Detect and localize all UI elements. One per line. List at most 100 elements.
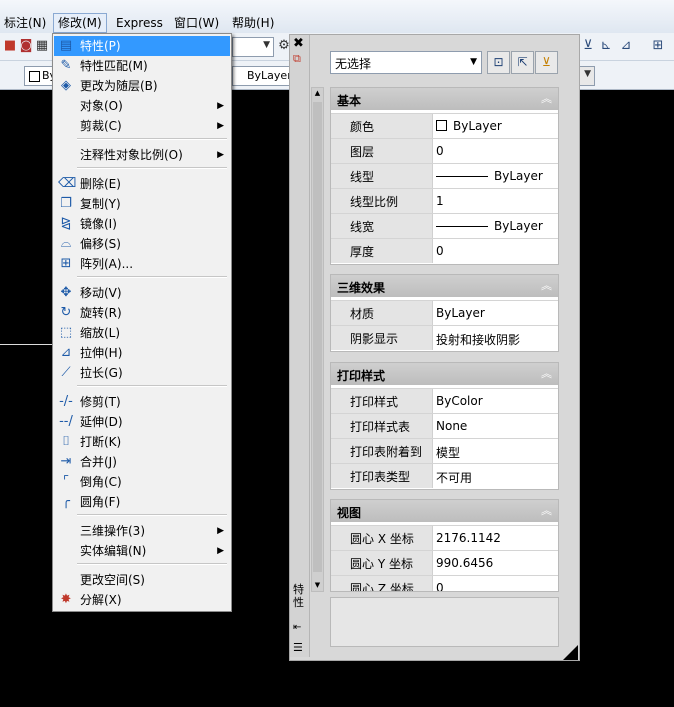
- stretch-icon: ⊿: [60, 345, 72, 360]
- property-row[interactable]: 线型比例 1: [331, 188, 558, 213]
- property-key: 圆心 Y 坐标: [350, 557, 413, 571]
- palette-options-icon[interactable]: ⇤: [293, 622, 301, 633]
- property-row[interactable]: 打印样式 ByColor: [331, 388, 558, 413]
- menu-item-stretch[interactable]: ⊿ 拉伸(H): [54, 343, 230, 363]
- menu-item-clip[interactable]: 剪裁(C) ▶: [54, 116, 230, 136]
- modify-menu: ▤ 特性(P) ✎ 特性匹配(M) ◈ 更改为随层(B) 对象(O) ▶ 剪裁(…: [52, 33, 232, 612]
- property-value: 1: [436, 194, 444, 208]
- property-row[interactable]: 圆心 Z 坐标 0: [331, 575, 558, 592]
- break-icon: ⌷: [62, 434, 70, 449]
- red-tool-icon[interactable]: ■: [2, 38, 18, 54]
- collapse-icon[interactable]: ︽: [541, 365, 552, 381]
- property-row[interactable]: 线宽 ByLayer: [331, 213, 558, 238]
- menu-item-solid-editing[interactable]: 实体编辑(N) ▶: [54, 541, 230, 561]
- menu-item-move[interactable]: ✥ 移动(V): [54, 283, 230, 303]
- menu-item-offset[interactable]: ⌓ 偏移(S): [54, 234, 230, 254]
- property-row[interactable]: 打印样式表 None: [331, 413, 558, 438]
- dimension-tool-4-icon[interactable]: ⊞: [650, 38, 666, 54]
- menu-item-join[interactable]: ⇥ 合并(J): [54, 452, 230, 472]
- property-row[interactable]: 阴影显示 投射和接收阴影: [331, 325, 558, 350]
- property-row[interactable]: 颜色 ByLayer: [331, 113, 558, 138]
- collapse-icon[interactable]: ︽: [541, 502, 552, 518]
- menu-item-match-properties[interactable]: ✎ 特性匹配(M): [54, 56, 230, 76]
- select-objects-button[interactable]: ⇱: [511, 51, 534, 74]
- dimension-tool-3-icon[interactable]: ⊿: [618, 38, 634, 54]
- palette-title-strip[interactable]: ✖ ⧉ 特性 ⇤ ☰: [290, 35, 310, 657]
- property-row[interactable]: 打印表类型 不可用: [331, 463, 558, 488]
- menu-express[interactable]: Express: [112, 14, 167, 32]
- menu-item-label: 缩放(L): [80, 326, 121, 340]
- menu-item-rotate[interactable]: ↻ 旋转(R): [54, 303, 230, 323]
- property-row[interactable]: 厚度 0: [331, 238, 558, 263]
- menu-item-properties[interactable]: ▤ 特性(P): [54, 36, 230, 56]
- calculator-icon[interactable]: ▦: [34, 38, 50, 54]
- menu-item-explode[interactable]: ✸ 分解(X): [54, 590, 230, 610]
- menu-item-scale[interactable]: ⬚ 缩放(L): [54, 323, 230, 343]
- color-swatch: [29, 71, 40, 82]
- menu-item-array[interactable]: ⊞ 阵列(A)...: [54, 254, 230, 274]
- scroll-down-icon[interactable]: ▼: [313, 580, 322, 591]
- dimension-tool-2-icon[interactable]: ⊾: [598, 38, 614, 54]
- menu-item-erase[interactable]: ⌫ 删除(E): [54, 174, 230, 194]
- scroll-up-icon[interactable]: ▲: [313, 88, 322, 99]
- section-header[interactable]: 基本 ︽: [331, 88, 558, 110]
- menu-item-label: 延伸(D): [80, 415, 123, 429]
- section-header[interactable]: 视图 ︽: [331, 500, 558, 522]
- menu-item-extend[interactable]: --/ 延伸(D): [54, 412, 230, 432]
- menu-help[interactable]: 帮助(H): [228, 14, 278, 32]
- scale-icon: ⬚: [59, 325, 73, 340]
- menu-item-label: 拉伸(H): [80, 346, 123, 360]
- match-properties-brush-icon: ✎: [60, 58, 72, 73]
- close-icon[interactable]: ✖: [293, 36, 304, 51]
- section-header[interactable]: 打印样式 ︽: [331, 363, 558, 385]
- menu-item-fillet[interactable]: ╭ 圆角(F): [54, 492, 230, 512]
- quick-select-button[interactable]: ⊻: [535, 51, 558, 74]
- linetype-combo[interactable]: ByLayer: [232, 66, 292, 86]
- autohide-icon[interactable]: ⧉: [293, 52, 301, 66]
- section-header[interactable]: 三维效果 ︽: [331, 275, 558, 297]
- menu-item-copy[interactable]: ❐ 复制(Y): [54, 194, 230, 214]
- color-swatch: [436, 120, 447, 131]
- palette-scrollbar[interactable]: ▲ ▼: [311, 87, 324, 592]
- property-key: 颜色: [350, 120, 375, 134]
- lineweight-sample: [436, 226, 488, 227]
- menu-item-label: 实体编辑(N): [80, 544, 147, 558]
- selection-combo[interactable]: 无选择 ▼: [330, 51, 482, 74]
- menu-item-mirror[interactable]: ⧎ 镜像(I): [54, 214, 230, 234]
- menu-window[interactable]: 窗口(W): [170, 14, 223, 32]
- collapse-icon[interactable]: ︽: [541, 90, 552, 106]
- menu-item-annotative-scale[interactable]: 注释性对象比例(O) ▶: [54, 145, 230, 165]
- property-value: 模型: [436, 446, 461, 460]
- menu-item-object[interactable]: 对象(O) ▶: [54, 96, 230, 116]
- style-combo[interactable]: ▼: [232, 37, 274, 57]
- property-key: 打印样式: [350, 395, 399, 409]
- scroll-thumb[interactable]: [313, 102, 322, 572]
- menu-item-break[interactable]: ⌷ 打断(K): [54, 432, 230, 452]
- menu-item-change-space[interactable]: 更改空间(S): [54, 570, 230, 590]
- menu-item-trim[interactable]: -/- 修剪(T): [54, 392, 230, 412]
- palette-menu-icon[interactable]: ☰: [293, 641, 303, 654]
- dimension-tool-1-icon[interactable]: ⊻: [580, 38, 596, 54]
- property-row[interactable]: 线型 ByLayer: [331, 163, 558, 188]
- menu-item-chamfer[interactable]: ⌜ 倒角(C): [54, 472, 230, 492]
- property-row[interactable]: 圆心 X 坐标 2176.1142: [331, 525, 558, 550]
- toggle-pickadd-button[interactable]: ⊡: [487, 51, 510, 74]
- layer-tool-icon[interactable]: ◙: [18, 38, 34, 54]
- menu-dimension[interactable]: 标注(N): [0, 14, 50, 32]
- menu-modify[interactable]: 修改(M): [53, 13, 107, 33]
- property-row[interactable]: 打印表附着到 模型: [331, 438, 558, 463]
- menu-item-3d-operations[interactable]: 三维操作(3) ▶: [54, 521, 230, 541]
- property-key: 阴影显示: [350, 332, 399, 346]
- menu-item-label: 更改空间(S): [80, 573, 145, 587]
- collapse-icon[interactable]: ︽: [541, 277, 552, 293]
- drawing-line: [0, 344, 52, 345]
- menu-item-set-bylayer[interactable]: ◈ 更改为随层(B): [54, 76, 230, 96]
- property-value: 0: [436, 581, 444, 592]
- property-row[interactable]: 图层 0: [331, 138, 558, 163]
- menu-item-lengthen[interactable]: ⟋ 拉长(G): [54, 363, 230, 383]
- property-row[interactable]: 圆心 Y 坐标 990.6456: [331, 550, 558, 575]
- property-row[interactable]: 材质 ByLayer: [331, 300, 558, 325]
- section-plot-style: 打印样式 ︽ 打印样式 ByColor 打印样式表 None 打印表附着到 模型…: [330, 362, 559, 490]
- property-value: 0: [436, 244, 444, 258]
- menu-item-label: 移动(V): [80, 286, 122, 300]
